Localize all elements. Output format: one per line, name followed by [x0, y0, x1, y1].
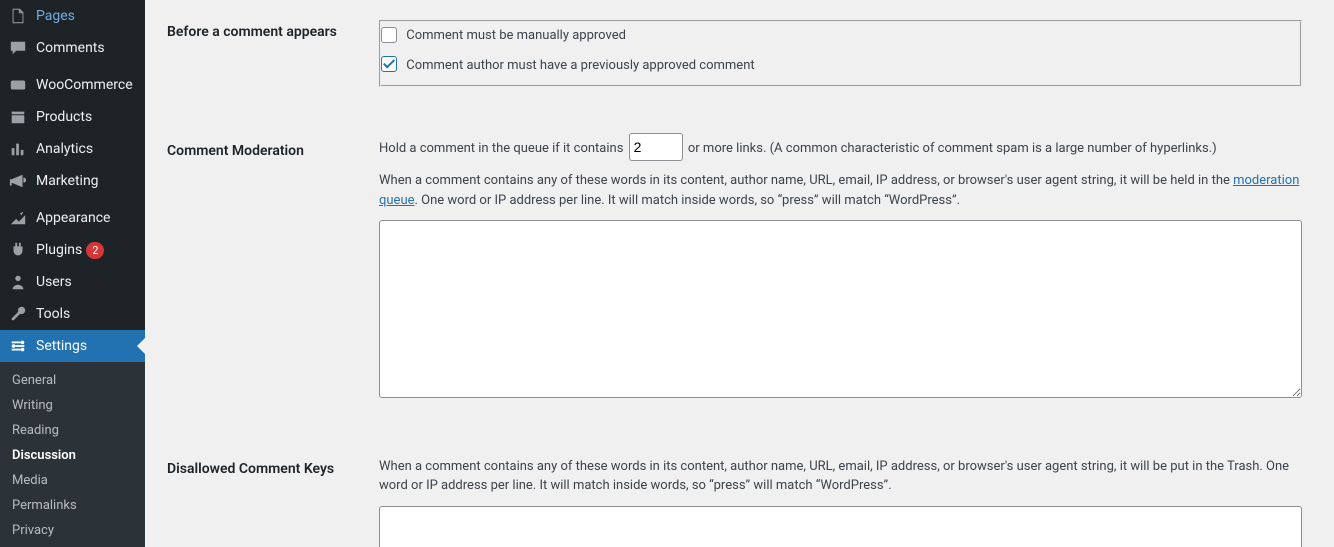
disallowed-description: When a comment contains any of these wor… [379, 457, 1302, 496]
submenu-item-reading[interactable]: Reading [0, 418, 145, 443]
disallowed-keys-heading: Disallowed Comment Keys [167, 445, 367, 547]
before-comment-heading: Before a comment appears [167, 8, 367, 99]
sidebar-item-woocommerce[interactable]: WooCommerce [0, 69, 145, 101]
prev-approved-label[interactable]: Comment author must have a previously ap… [381, 56, 1300, 76]
sidebar-item-appearance[interactable]: Appearance [0, 202, 145, 234]
sidebar-item-users[interactable]: Users [0, 266, 145, 298]
sidebar-item-plugins[interactable]: Plugins 2 [0, 234, 145, 266]
sidebar-item-settings[interactable]: Settings [0, 330, 145, 362]
submenu-item-discussion[interactable]: Discussion [0, 443, 145, 468]
sidebar-item-pages[interactable]: Pages [0, 0, 145, 32]
users-icon [8, 273, 28, 291]
analytics-icon [8, 140, 28, 158]
sidebar-item-label: Pages [36, 8, 75, 24]
sidebar-item-label: Marketing [36, 173, 99, 189]
settings-submenu: General Writing Reading Discussion Media… [0, 362, 145, 547]
appearance-icon [8, 209, 28, 227]
sidebar-item-label: Products [36, 109, 92, 125]
submenu-item-permalinks[interactable]: Permalinks [0, 493, 145, 518]
sidebar-item-label: Plugins [36, 242, 82, 258]
sidebar-item-tools[interactable]: Tools [0, 298, 145, 330]
sidebar-item-comments[interactable]: Comments [0, 32, 145, 64]
submenu-item-privacy[interactable]: Privacy [0, 518, 145, 543]
moderation-words-description: When a comment contains any of these wor… [379, 171, 1302, 210]
disallowed-keys-textarea[interactable] [379, 506, 1302, 547]
sidebar-item-label: Comments [36, 40, 105, 56]
plugins-icon [8, 241, 28, 259]
manual-approve-checkbox[interactable] [381, 27, 397, 43]
sidebar-item-label: Appearance [36, 210, 110, 226]
settings-content: Before a comment appears Comment must be… [145, 0, 1334, 547]
sidebar-item-label: WooCommerce [36, 77, 133, 93]
submenu-item-writing[interactable]: Writing [0, 393, 145, 418]
tools-icon [8, 305, 28, 323]
sidebar-item-label: Settings [36, 338, 87, 354]
plugins-badge: 2 [86, 242, 104, 259]
woo-icon [8, 76, 28, 94]
sidebar-item-label: Tools [36, 306, 70, 322]
moderation-keys-textarea[interactable] [379, 220, 1302, 398]
sidebar-item-marketing[interactable]: Marketing [0, 165, 145, 197]
settings-icon [8, 337, 28, 355]
hold-links-description: Hold a comment in the queue if it contai… [379, 139, 1302, 161]
manual-approve-label[interactable]: Comment must be manually approved [381, 26, 1300, 46]
products-icon [8, 108, 28, 126]
comment-moderation-heading: Comment Moderation [167, 127, 367, 417]
page-icon [8, 7, 28, 25]
admin-sidebar: Pages Comments WooCommerce Products Anal… [0, 0, 145, 547]
sidebar-item-products[interactable]: Products [0, 101, 145, 133]
max-links-input[interactable] [629, 133, 683, 161]
prev-approved-checkbox[interactable] [381, 56, 397, 72]
submenu-item-general[interactable]: General [0, 368, 145, 393]
sidebar-item-label: Users [36, 274, 72, 290]
comment-icon [8, 39, 28, 57]
marketing-icon [8, 172, 28, 190]
sidebar-item-label: Analytics [36, 141, 93, 157]
sidebar-item-analytics[interactable]: Analytics [0, 133, 145, 165]
submenu-item-media[interactable]: Media [0, 468, 145, 493]
